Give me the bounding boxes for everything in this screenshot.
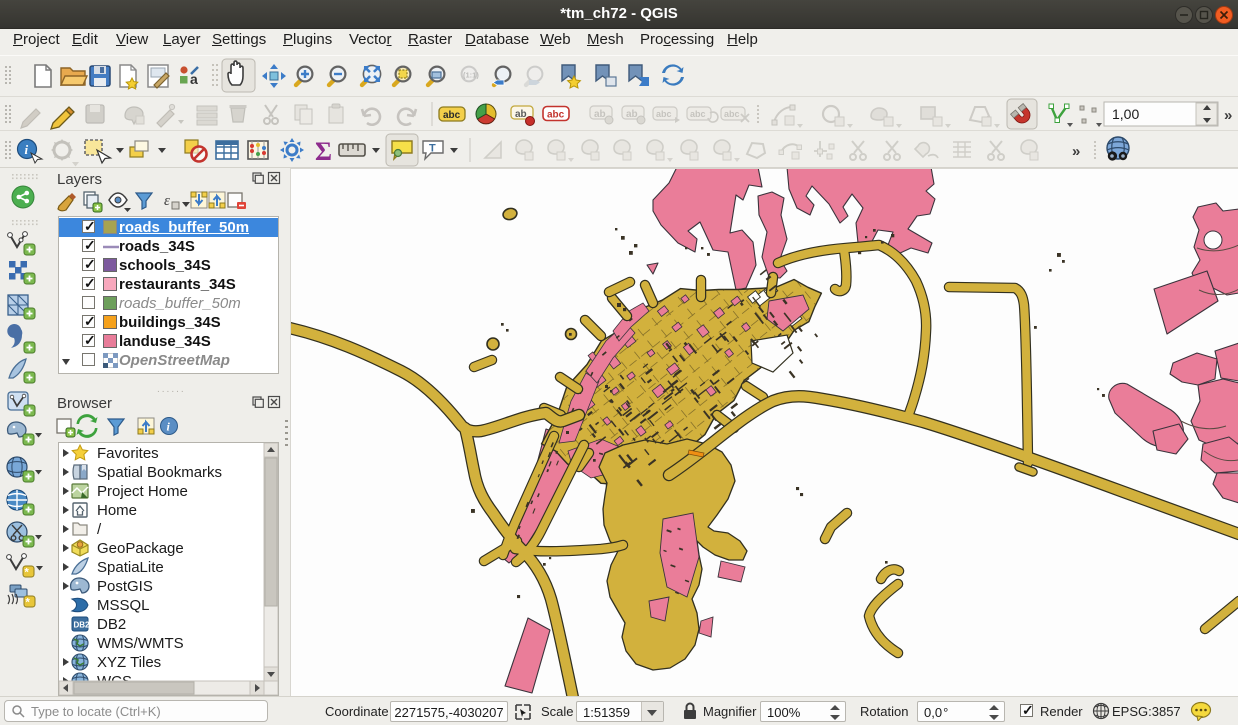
svg-text:GeoPackage: GeoPackage xyxy=(97,540,184,557)
svg-text:abc: abc xyxy=(656,109,672,119)
svg-text:abc: abc xyxy=(547,110,565,121)
svg-text:ab: ab xyxy=(626,109,638,120)
svg-text:PostGIS: PostGIS xyxy=(97,578,153,595)
svg-text:abc: abc xyxy=(724,109,740,119)
svg-text:T: T xyxy=(429,143,436,155)
svg-text:Favorites: Favorites xyxy=(97,445,159,462)
svg-text:abc: abc xyxy=(443,110,461,121)
svg-text:Project Home: Project Home xyxy=(97,483,188,500)
svg-text:/: / xyxy=(97,521,102,538)
svg-text:1,00: 1,00 xyxy=(1112,106,1139,122)
svg-text:*: * xyxy=(26,597,31,609)
svg-text:MSSQL: MSSQL xyxy=(97,597,150,614)
svg-text:Home: Home xyxy=(97,502,137,519)
svg-text:ε: ε xyxy=(164,193,170,209)
svg-text:*: * xyxy=(25,567,30,579)
svg-text:»: » xyxy=(1224,107,1232,124)
svg-text:Σ: Σ xyxy=(315,137,332,166)
svg-text:WMS/WMTS: WMS/WMTS xyxy=(97,635,184,652)
svg-text:abc: abc xyxy=(690,109,706,119)
svg-text:DB2: DB2 xyxy=(74,621,91,630)
svg-text:Spatial Bookmarks: Spatial Bookmarks xyxy=(97,464,222,481)
svg-text:a: a xyxy=(190,71,198,87)
svg-text:ab: ab xyxy=(594,109,606,120)
svg-text:(1:1): (1:1) xyxy=(463,71,479,80)
svg-text:»: » xyxy=(1072,143,1080,160)
svg-text:ab: ab xyxy=(515,109,527,120)
svg-text:SpatiaLite: SpatiaLite xyxy=(97,559,164,576)
svg-text:XYZ Tiles: XYZ Tiles xyxy=(97,654,161,671)
svg-text:DB2: DB2 xyxy=(97,616,126,633)
svg-text:i: i xyxy=(25,142,29,157)
